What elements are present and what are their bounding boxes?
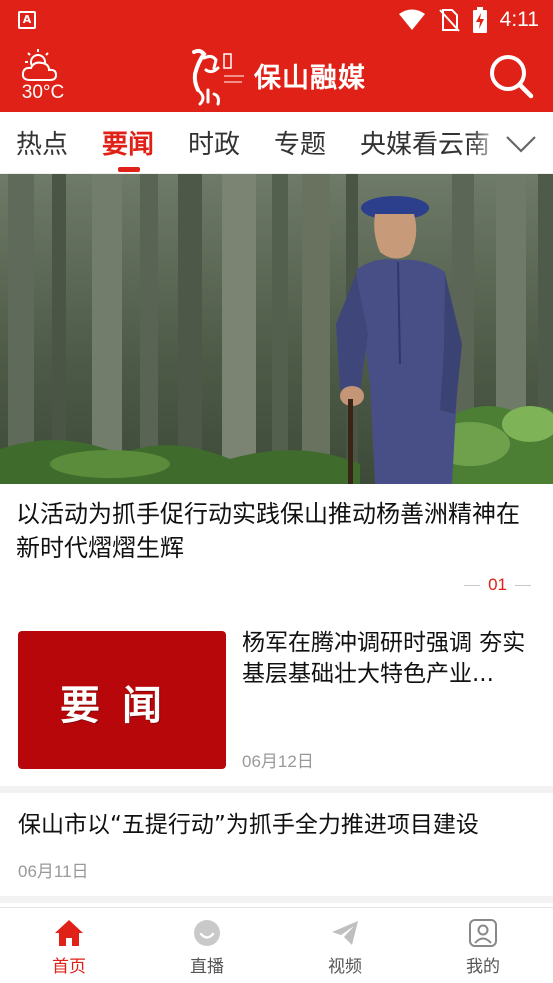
- carousel-indicator: 01: [464, 574, 531, 596]
- active-tab-indicator: [118, 167, 140, 172]
- chevron-down-icon: [506, 136, 536, 153]
- app-root: A 4:11 30°C 保山融媒 热点 要闻 时政 专题 央媒看云南 以活动为抓…: [0, 0, 553, 983]
- more-tabs-button[interactable]: [501, 124, 541, 164]
- section-divider: [0, 896, 553, 903]
- nav-video[interactable]: 视频: [276, 908, 414, 983]
- hero-image[interactable]: [0, 174, 553, 484]
- thumbnail-caption: 要闻: [60, 682, 184, 729]
- temperature: 30°C: [21, 82, 65, 103]
- news-thumbnail: 要闻: [18, 631, 226, 769]
- tab-headlines[interactable]: 要闻: [102, 124, 154, 161]
- carousel-page-number: 01: [488, 575, 507, 594]
- indicator-dash-left: [464, 584, 481, 586]
- tab-topics[interactable]: 专题: [274, 124, 326, 161]
- nav-profile-label: 我的: [466, 957, 500, 977]
- live-icon: [194, 920, 220, 946]
- wifi-icon: [398, 9, 425, 30]
- nav-home-label: 首页: [52, 957, 86, 977]
- partly-cloudy-icon: [21, 49, 58, 81]
- nav-profile[interactable]: 我的: [414, 908, 552, 983]
- home-icon: [55, 920, 83, 946]
- paper-plane-icon: [332, 921, 358, 945]
- news-date: 06月11日: [18, 862, 89, 881]
- battery-charging-icon: [472, 7, 487, 33]
- news-title: 杨军在腾冲调研时强调 夯实基层基础壮大特色产业...: [242, 630, 526, 687]
- status-icons: 4:11: [398, 6, 539, 34]
- bottom-navigation: 首页 直播 视频 我的: [0, 907, 553, 983]
- status-bar: A 4:11: [0, 0, 553, 40]
- news-title: 保山市以“五提行动”为抓手全力推进项目建设: [18, 812, 479, 838]
- tab-politics[interactable]: 时政: [188, 124, 240, 161]
- nav-live-label: 直播: [190, 957, 224, 977]
- app-notification-icon: A: [18, 11, 36, 29]
- forest-photo: [0, 174, 553, 484]
- nav-live[interactable]: 直播: [138, 908, 276, 983]
- nav-video-label: 视频: [328, 957, 362, 977]
- brand-name: 保山融媒: [254, 63, 366, 94]
- search-button[interactable]: [487, 52, 535, 100]
- section-divider: [0, 786, 553, 793]
- app-header: 30°C 保山融媒: [0, 40, 553, 112]
- tab-fade: [470, 112, 503, 172]
- profile-icon: [469, 919, 497, 947]
- tab-hot[interactable]: 热点: [16, 124, 68, 161]
- hero-title[interactable]: 以活动为抓手促行动实践保山推动杨善洲精神在新时代熠熠生辉: [16, 497, 541, 565]
- nav-home[interactable]: 首页: [0, 908, 138, 983]
- brand-logo: [192, 48, 244, 106]
- news-item[interactable]: 要闻 杨军在腾冲调研时强调 夯实基层基础壮大特色产业... 06月12日: [0, 614, 553, 786]
- search-icon: [490, 55, 534, 99]
- category-tabs: 热点 要闻 时政 专题 央媒看云南: [0, 112, 553, 174]
- clock: 4:11: [499, 8, 539, 31]
- no-sim-icon: [438, 9, 460, 32]
- indicator-dash-right: [515, 584, 531, 586]
- news-date: 06月12日: [242, 752, 314, 771]
- weather-widget[interactable]: 30°C: [16, 46, 70, 106]
